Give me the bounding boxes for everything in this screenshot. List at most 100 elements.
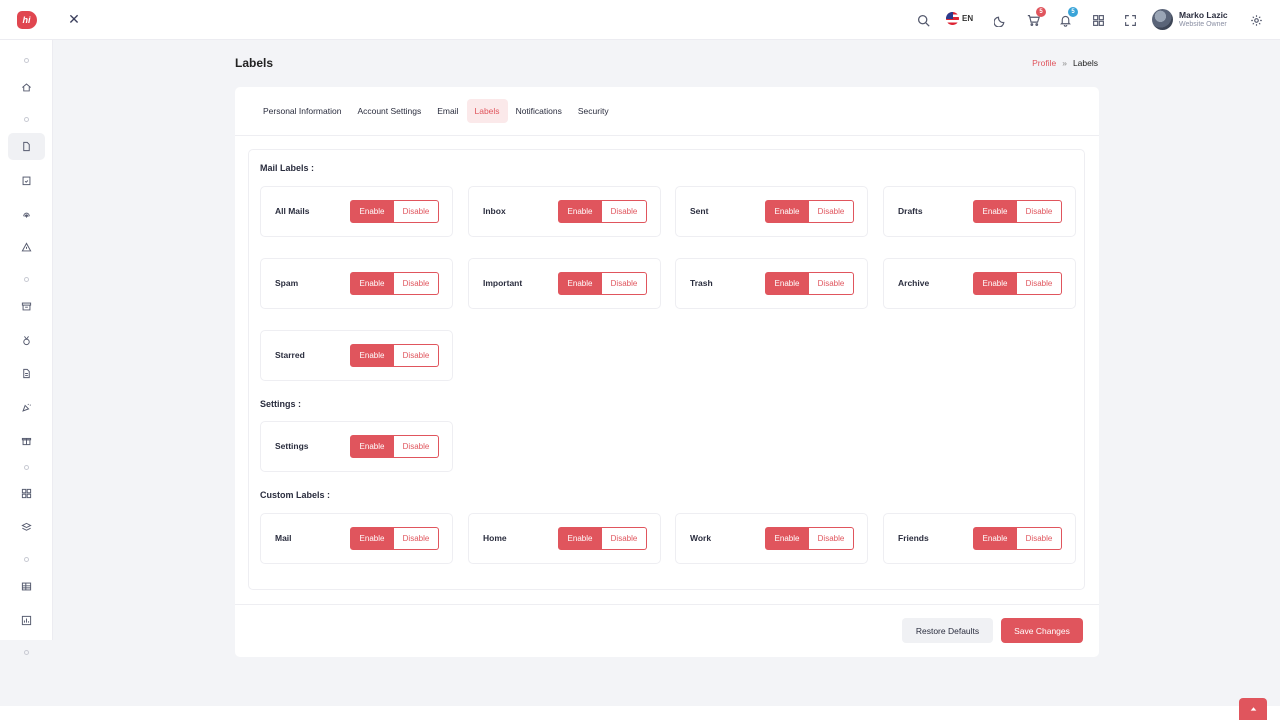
brand[interactable]: hi xyxy=(0,0,53,40)
label-toggle-starred: Enable Disable xyxy=(350,344,439,367)
enable-button[interactable]: Enable xyxy=(350,272,394,295)
sidebar-item-apps[interactable] xyxy=(8,480,45,507)
bell-icon[interactable]: 5 xyxy=(1057,7,1078,28)
disable-button[interactable]: Disable xyxy=(394,527,439,550)
enable-button[interactable]: Enable xyxy=(350,527,394,550)
enable-button[interactable]: Enable xyxy=(765,200,809,223)
label-name-inbox: Inbox xyxy=(483,206,506,216)
breadcrumb-profile-link[interactable]: Profile xyxy=(1032,58,1056,68)
label-item: Settings Enable Disable xyxy=(260,421,453,472)
sidebar-item-ui-elements[interactable] xyxy=(8,293,45,320)
enable-button[interactable]: Enable xyxy=(558,200,602,223)
sidebar-category-dot xyxy=(24,117,29,122)
disable-button[interactable]: Disable xyxy=(394,272,439,295)
enable-button[interactable]: Enable xyxy=(350,435,394,458)
disable-button[interactable]: Disable xyxy=(1017,527,1062,550)
close-sidebar-icon[interactable]: ✕ xyxy=(66,11,82,27)
tab-notifications[interactable]: Notifications xyxy=(508,99,570,123)
enable-button[interactable]: Enable xyxy=(765,272,809,295)
apps-grid-icon[interactable] xyxy=(1090,12,1106,28)
label-toggle-friends: Enable Disable xyxy=(973,527,1062,550)
sidebar-item-nested-menu[interactable] xyxy=(8,514,45,541)
save-changes-button[interactable]: Save Changes xyxy=(1001,618,1083,643)
sidebar-item-widgets[interactable] xyxy=(8,427,45,454)
sidebar-item-error[interactable] xyxy=(8,234,45,261)
alert-triangle-icon xyxy=(21,242,32,252)
disable-button[interactable]: Disable xyxy=(809,272,854,295)
sidebar-item-forms[interactable] xyxy=(8,360,45,387)
disable-button[interactable]: Disable xyxy=(602,527,647,550)
label-item: Home Enable Disable xyxy=(468,513,661,564)
moon-icon[interactable] xyxy=(992,12,1008,28)
settings-title: Settings : xyxy=(260,399,302,409)
restore-defaults-button[interactable]: Restore Defaults xyxy=(902,618,993,643)
file-icon xyxy=(23,141,30,152)
disable-button[interactable]: Disable xyxy=(809,200,854,223)
enable-button[interactable]: Enable xyxy=(350,344,394,367)
chart-icon xyxy=(21,615,32,626)
top-header: hi ✕ EN 5 5 Marko Lazic Website Owner xyxy=(0,0,1280,40)
sidebar-category-dot xyxy=(24,465,29,470)
sidebar-item-tasks[interactable] xyxy=(8,167,45,194)
label-name-archive: Archive xyxy=(898,278,930,288)
search-icon[interactable] xyxy=(915,12,931,28)
sidebar-category-dot xyxy=(24,277,29,282)
language-selector[interactable]: EN xyxy=(946,12,973,25)
gear-icon[interactable] xyxy=(1248,12,1264,28)
enable-button[interactable]: Enable xyxy=(973,272,1017,295)
label-toggle-trash: Enable Disable xyxy=(765,272,854,295)
label-item: Mail Enable Disable xyxy=(260,513,453,564)
enable-button[interactable]: Enable xyxy=(558,527,602,550)
label-item: Starred Enable Disable xyxy=(260,330,453,381)
box-icon xyxy=(21,302,32,311)
label-toggle-archive: Enable Disable xyxy=(973,272,1062,295)
arrow-up-icon xyxy=(1250,706,1256,711)
label-name-trash: Trash xyxy=(690,278,713,288)
disable-button[interactable]: Disable xyxy=(809,527,854,550)
sidebar-item-dashboard[interactable] xyxy=(8,74,45,101)
enable-button[interactable]: Enable xyxy=(765,527,809,550)
label-toggle-settings: Enable Disable xyxy=(350,435,439,458)
disable-button[interactable]: Disable xyxy=(602,200,647,223)
user-profile[interactable]: Marko Lazic Website Owner xyxy=(1152,9,1228,30)
tab-email[interactable]: Email xyxy=(429,99,466,123)
label-name-friends: Friends xyxy=(898,533,929,543)
sidebar-item-authentication[interactable] xyxy=(8,200,45,227)
tab-security[interactable]: Security xyxy=(570,99,617,123)
sidebar-item-advanced-ui[interactable] xyxy=(8,394,45,421)
label-toggle-inbox: Enable Disable xyxy=(558,200,647,223)
label-item: Spam Enable Disable xyxy=(260,258,453,309)
label-toggle-all-mails: Enable Disable xyxy=(350,200,439,223)
enable-button[interactable]: Enable xyxy=(973,527,1017,550)
sidebar-item-charts[interactable] xyxy=(8,607,45,634)
settings-card: Personal Information Account Settings Em… xyxy=(235,87,1099,657)
disable-button[interactable]: Disable xyxy=(1017,200,1062,223)
label-toggle-spam: Enable Disable xyxy=(350,272,439,295)
cart-icon[interactable]: 5 xyxy=(1025,7,1046,28)
enable-button[interactable]: Enable xyxy=(558,272,602,295)
label-name-sent: Sent xyxy=(690,206,709,216)
labels-panel: Mail Labels : All Mails Enable Disable Inbo… xyxy=(248,149,1085,590)
disable-button[interactable]: Disable xyxy=(394,435,439,458)
tab-account-settings[interactable]: Account Settings xyxy=(349,99,429,123)
label-item: Work Enable Disable xyxy=(675,513,868,564)
sidebar-item-pages[interactable] xyxy=(8,133,45,160)
enable-button[interactable]: Enable xyxy=(973,200,1017,223)
fullscreen-icon[interactable] xyxy=(1122,12,1138,28)
label-item: Inbox Enable Disable xyxy=(468,186,661,237)
label-item: All Mails Enable Disable xyxy=(260,186,453,237)
user-role: Website Owner xyxy=(1179,21,1227,28)
tab-labels[interactable]: Labels xyxy=(466,99,508,123)
label-name-mail: Mail xyxy=(275,533,292,543)
sidebar-item-tables[interactable] xyxy=(8,573,45,600)
disable-button[interactable]: Disable xyxy=(394,344,439,367)
disable-button[interactable]: Disable xyxy=(602,272,647,295)
disable-button[interactable]: Disable xyxy=(1017,272,1062,295)
sidebar-item-utilities[interactable] xyxy=(8,327,45,354)
label-name-all-mails: All Mails xyxy=(275,206,310,216)
scroll-to-top-button[interactable] xyxy=(1239,698,1267,720)
breadcrumb-current: Labels xyxy=(1072,58,1098,68)
disable-button[interactable]: Disable xyxy=(394,200,439,223)
tab-personal-information[interactable]: Personal Information xyxy=(255,99,349,123)
enable-button[interactable]: Enable xyxy=(350,200,394,223)
